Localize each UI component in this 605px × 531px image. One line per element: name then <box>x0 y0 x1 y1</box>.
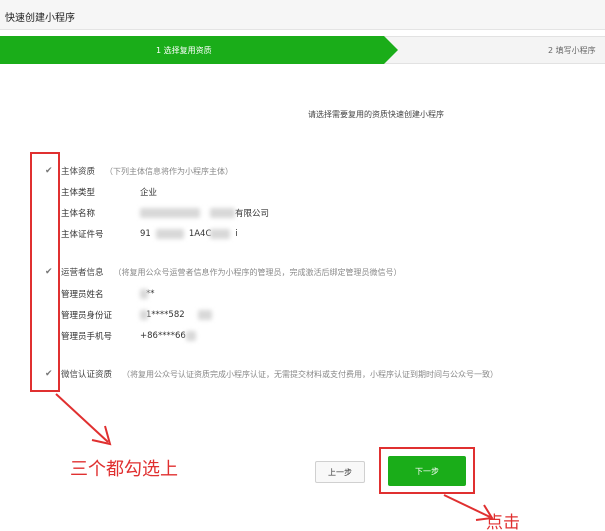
down-right-arrow-icon <box>55 393 112 446</box>
step-2-label: 2 填写小程序 <box>548 46 596 55</box>
subject-section-header: ✔ 主体资质 （下列主体信息将作为小程序主体） <box>45 164 233 178</box>
subject-id-value: 91 <box>140 229 151 239</box>
subject-name-label: 主体名称 <box>61 209 96 219</box>
intro-text: 请选择需要复用的资质快速创建小程序 <box>308 110 444 119</box>
subject-name-value: 有限公司 <box>235 209 270 219</box>
admin-id-value: 1****582 <box>146 310 185 320</box>
admin-phone-row: 管理员手机号 +86****66 <box>61 329 186 343</box>
redacted-block <box>186 331 196 341</box>
cert-section-header: ✔ 微信认证资质 （将复用公众号认证资质完成小程序认证，无需提交材料或支付费用，… <box>45 367 498 381</box>
subject-type-value: 企业 <box>140 188 158 198</box>
subject-id-value-part3: i <box>235 229 238 239</box>
prev-step-button[interactable]: 上一步 <box>315 461 365 483</box>
subject-id-value-part2: 1A4C <box>188 229 212 239</box>
page-title: 快速创建小程序 <box>5 13 75 24</box>
admin-phone-label: 管理员手机号 <box>61 332 113 342</box>
subject-type-row: 主体类型 企业 <box>61 185 157 199</box>
admin-id-row: 管理员身份证 1****582 <box>61 308 185 322</box>
admin-id-label: 管理员身份证 <box>61 311 113 321</box>
redacted-block <box>198 310 212 320</box>
step-1-label: 1 选择复用资质 <box>156 46 212 55</box>
admin-phone-value: +86****66 <box>140 331 186 341</box>
redacted-block <box>140 310 148 320</box>
subject-section-note: （下列主体信息将作为小程序主体） <box>105 166 234 176</box>
redacted-block <box>140 208 200 218</box>
subject-section-title: 主体资质 <box>61 167 96 177</box>
redacted-block <box>210 208 235 218</box>
cert-section-note: （将复用公众号认证资质完成小程序认证，无需提交材料或支付费用，小程序认证到期时间… <box>122 369 499 379</box>
click-annotation: 点击 <box>486 513 520 531</box>
redacted-block <box>140 289 148 299</box>
redacted-block <box>156 229 184 239</box>
checkbox-highlight-box <box>30 152 60 392</box>
operator-section-header: ✔ 运营者信息 （将复用公众号运营者信息作为小程序的管理员，完成激活后绑定管理员… <box>45 265 402 279</box>
subject-type-label: 主体类型 <box>61 188 96 198</box>
check-all-annotation: 三个都勾选上 <box>70 459 178 480</box>
next-step-button[interactable]: 下一步 <box>388 456 466 486</box>
page-header: 快速创建小程序 <box>0 0 605 30</box>
operator-section-note: （将复用公众号运营者信息作为小程序的管理员，完成激活后绑定管理员微信号） <box>113 267 402 277</box>
subject-id-label: 主体证件号 <box>61 230 104 240</box>
cert-section-title: 微信认证资质 <box>61 370 113 380</box>
redacted-block <box>210 229 230 239</box>
operator-section-title: 运营者信息 <box>61 268 104 278</box>
step-progress-bar: 1 选择复用资质 2 填写小程序 <box>0 36 605 64</box>
admin-name-label: 管理员姓名 <box>61 290 104 300</box>
